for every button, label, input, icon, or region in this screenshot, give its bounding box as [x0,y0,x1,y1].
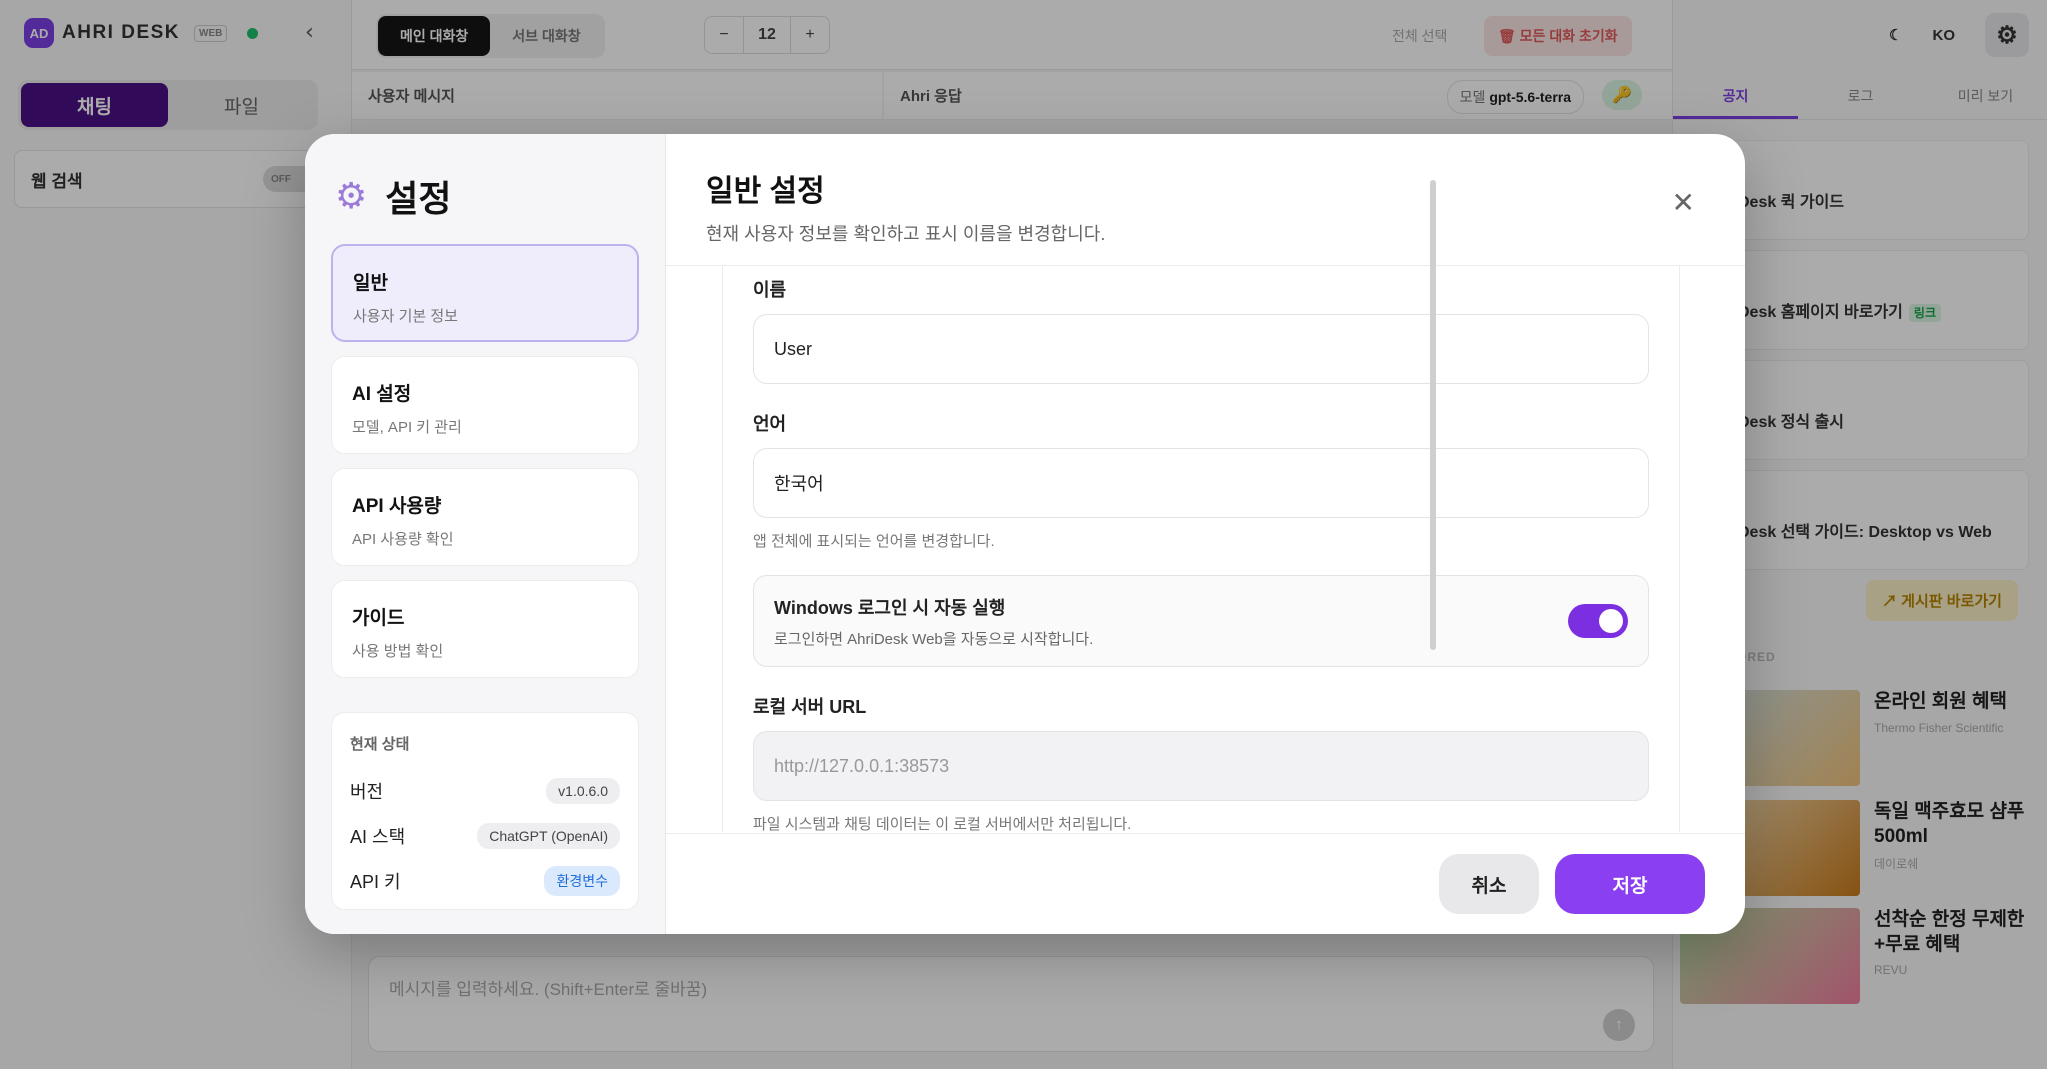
status-key: AI 스택 [350,826,406,847]
save-button[interactable]: 저장 [1555,854,1705,914]
settings-nav-ai[interactable]: AI 설정 모델, API 키 관리 [331,356,639,454]
autostart-toggle[interactable] [1568,604,1628,638]
current-status-card: 현재 상태 버전 v1.0.6.0 AI 스택 ChatGPT (OpenAI)… [331,712,639,910]
nav-sub: 사용자 기본 정보 [353,308,458,325]
settings-form: 이름 User 언어 한국어 앱 전체에 표시되는 언어를 변경합니다. Win… [722,266,1680,833]
status-badge: 환경변수 [544,865,620,896]
settings-footer: 취소 저장 [666,833,1745,934]
settings-nav-general[interactable]: 일반 사용자 기본 정보 [331,244,639,342]
status-row: API 키 환경변수 [350,858,620,903]
settings-title-text: 설정 [385,178,452,219]
settings-nav-api-usage[interactable]: API 사용량 API 사용량 확인 [331,468,639,566]
settings-scrollbar[interactable] [1430,180,1436,650]
settings-nav-guide[interactable]: 가이드 사용 방법 확인 [331,580,639,678]
nav-sub: API 사용량 확인 [352,531,454,548]
app-background: AD AHRI DESK WEB ‹ 채팅 파일 웹 검색 OFF 메인 대화창… [0,0,2047,1069]
server-url-field: http://127.0.0.1:38573 [753,731,1649,801]
settings-gear-icon: ⚙ [335,175,368,216]
language-select[interactable]: 한국어 [753,448,1649,518]
settings-sidebar: ⚙ 설정 일반 사용자 기본 정보 AI 설정 모델, API 키 관리 API… [305,134,666,934]
status-row: 버전 v1.0.6.0 [350,768,620,813]
nav-sub: 사용 방법 확인 [352,643,444,660]
status-row: AI 스택 ChatGPT (OpenAI) [350,813,620,858]
autostart-title: Windows 로그인 시 자동 실행 [774,597,1006,618]
settings-modal: ⚙ 설정 일반 사용자 기본 정보 AI 설정 모델, API 키 관리 API… [305,134,1745,934]
autostart-row: Windows 로그인 시 자동 실행 로그인하면 AhriDesk Web을 … [753,575,1649,667]
cancel-button[interactable]: 취소 [1439,854,1539,914]
name-input[interactable]: User [753,314,1649,384]
nav-name: AI 설정 [352,384,412,405]
server-url-label: 로컬 서버 URL [753,697,867,717]
language-hint: 앱 전체에 표시되는 언어를 변경합니다. [753,533,995,550]
settings-header: 일반 설정 현재 사용자 정보를 확인하고 표시 이름을 변경합니다. ✕ [666,134,1745,266]
nav-name: 일반 [353,273,388,294]
settings-content: 일반 설정 현재 사용자 정보를 확인하고 표시 이름을 변경합니다. ✕ 이름… [666,134,1745,934]
server-url-hint: 파일 시스템과 채팅 데이터는 이 로컬 서버에서만 처리됩니다. [753,816,1132,833]
nav-sub: 모델, API 키 관리 [352,419,462,436]
status-key: API 키 [350,871,401,892]
autostart-description: 로그인하면 AhriDesk Web을 자동으로 시작합니다. [774,630,1094,648]
section-description: 현재 사용자 정보를 확인하고 표시 이름을 변경합니다. [706,224,1106,244]
settings-title: ⚙ 설정 [335,170,452,222]
section-title: 일반 설정 [706,175,825,208]
status-badge: v1.0.6.0 [546,777,620,804]
close-icon[interactable]: ✕ [1672,186,1695,219]
status-badge: ChatGPT (OpenAI) [477,822,620,849]
nav-name: 가이드 [352,608,405,629]
nav-name: API 사용량 [352,496,442,517]
name-label: 이름 [753,280,787,300]
language-label: 언어 [753,414,787,434]
status-heading: 현재 상태 [350,736,410,753]
status-key: 버전 [350,781,384,802]
